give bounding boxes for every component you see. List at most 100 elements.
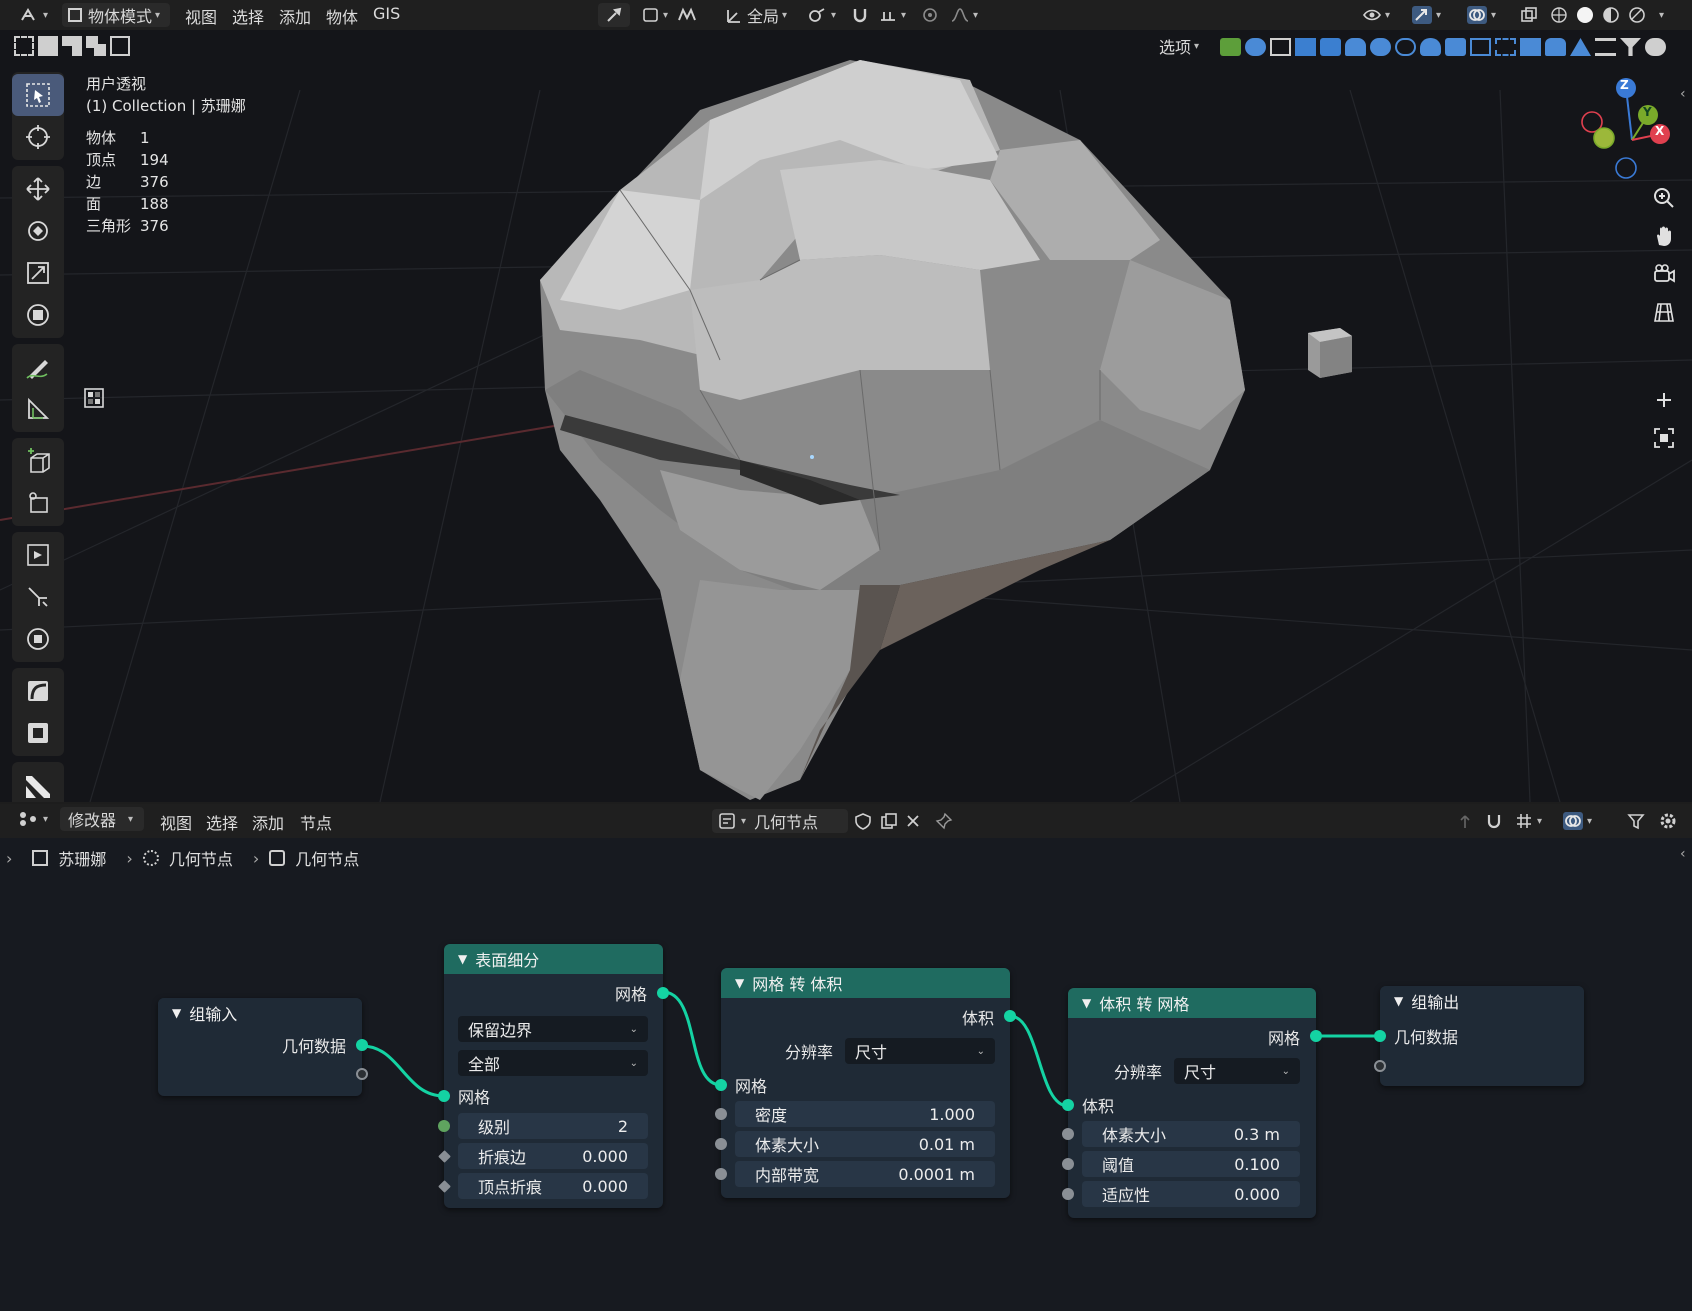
xray-toggle[interactable] xyxy=(1516,3,1542,27)
level-field[interactable]: 级别 2 xyxy=(458,1113,648,1139)
socket-mesh-out[interactable] xyxy=(1310,1030,1322,1042)
3d-viewport[interactable]: Z Y X 选项 ▾ 用户透视 (1) Collection | 苏珊娜 物体 … xyxy=(0,30,1692,802)
visibility-button[interactable]: ▾ xyxy=(1358,3,1394,27)
socket-interior-band-in[interactable] xyxy=(715,1168,727,1180)
socket-voxel-size-in[interactable] xyxy=(1062,1128,1074,1140)
rotate-tool[interactable] xyxy=(12,210,64,252)
node-tree-selector[interactable]: ▾ 几何节点 xyxy=(712,809,848,833)
menu-view[interactable]: 视图 xyxy=(181,4,221,27)
filter-force-icon[interactable] xyxy=(1495,38,1516,56)
socket-geometry-out[interactable] xyxy=(356,1039,368,1051)
sidebar-toggle-arrow[interactable]: ‹ xyxy=(1680,86,1686,102)
node-settings-button[interactable] xyxy=(1656,809,1680,833)
push-pull-tool[interactable] xyxy=(12,576,64,618)
editor-type-button[interactable]: ▾ xyxy=(14,3,52,27)
node-menu-select[interactable]: 选择 xyxy=(202,810,242,833)
node-header[interactable]: ▼ 组输入 xyxy=(158,998,362,1028)
node-canvas[interactable]: › 苏珊娜 › 几何节点 › 几何节点 ‹ ▼ 组输入 几何数据 ▼ 表面细分 网格… xyxy=(0,838,1692,1311)
checker-toggle[interactable] xyxy=(84,388,104,412)
socket-volume-out[interactable] xyxy=(1004,1010,1016,1022)
curve-tool[interactable] xyxy=(12,670,64,712)
interior-band-field[interactable]: 内部带宽 0.0001 m xyxy=(735,1161,995,1187)
scale-tool[interactable] xyxy=(12,252,64,294)
measure-tool[interactable] xyxy=(12,388,64,430)
threshold-field[interactable]: 阈值 0.100 xyxy=(1082,1151,1300,1177)
add-view-button[interactable] xyxy=(1648,384,1680,416)
select-invert-icon[interactable] xyxy=(86,36,106,56)
node-menu-add[interactable]: 添加 xyxy=(248,810,288,833)
falloff-button[interactable]: ▾ xyxy=(946,3,982,27)
socket-adaptivity-in[interactable] xyxy=(1062,1188,1074,1200)
move-tool[interactable] xyxy=(12,168,64,210)
unlink-tree-button[interactable] xyxy=(902,809,924,833)
filter-speaker-icon[interactable] xyxy=(1470,38,1491,56)
pan-button[interactable] xyxy=(1648,220,1680,252)
voxel-size-field[interactable]: 体素大小 0.01 m xyxy=(735,1131,995,1157)
fake-user-toggle[interactable] xyxy=(852,809,874,833)
node-overlay-toggle[interactable]: ▾ xyxy=(1554,809,1600,833)
shading-material[interactable] xyxy=(1598,3,1624,27)
filter-armature-icon[interactable] xyxy=(1345,38,1366,56)
shrink-tool[interactable] xyxy=(12,618,64,660)
voxel-size-field[interactable]: 体素大小 0.3 m xyxy=(1082,1121,1300,1147)
edge-crease-field[interactable]: 折痕边 0.000 xyxy=(458,1143,648,1169)
plugin-tool[interactable] xyxy=(12,764,64,802)
pin-toggle[interactable] xyxy=(932,809,956,833)
settings-gear-icon[interactable] xyxy=(1645,38,1666,56)
frame-selected-button[interactable] xyxy=(1648,422,1680,454)
select-subtract-icon[interactable] xyxy=(62,36,82,56)
node-menu-view[interactable]: 视图 xyxy=(156,810,196,833)
filter-curve-icon[interactable] xyxy=(1245,38,1266,56)
filter-meta-icon[interactable] xyxy=(1295,38,1316,56)
socket-threshold-in[interactable] xyxy=(1062,1158,1074,1170)
filter-surface-icon[interactable] xyxy=(1270,38,1291,56)
filter-camera-icon[interactable] xyxy=(1445,38,1466,56)
vertex-crease-field[interactable]: 顶点折痕 0.000 xyxy=(458,1173,648,1199)
menu-object[interactable]: 物体 xyxy=(322,4,362,27)
filter-road-icon[interactable] xyxy=(1570,38,1591,56)
menu-gis[interactable]: GIS xyxy=(369,4,404,26)
node-mesh-to-volume[interactable]: ▼ 网格 转 体积 体积 分辨率 尺寸 ⌄ 网格 密度 1.000 体素大小 0.01 … xyxy=(715,968,1016,1198)
resolution-dropdown[interactable]: 尺寸 ⌄ xyxy=(845,1038,995,1064)
mode-select[interactable]: 物体模式 ▾ xyxy=(62,3,170,27)
filter-funnel-icon[interactable] xyxy=(1620,38,1641,56)
cursor-tool[interactable] xyxy=(12,116,64,158)
shading-wireframe[interactable] xyxy=(1546,3,1572,27)
select-box-tool[interactable] xyxy=(12,74,64,116)
zoom-button[interactable] xyxy=(1648,182,1680,214)
gizmo-toggle[interactable]: ▾ xyxy=(1402,3,1450,27)
shear-tool[interactable] xyxy=(12,482,64,524)
add-cube-tool[interactable] xyxy=(12,440,64,482)
socket-empty-out[interactable] xyxy=(356,1068,368,1080)
node-editor-type-button[interactable]: ▾ xyxy=(12,807,54,831)
socket-voxel-size-in[interactable] xyxy=(715,1138,727,1150)
adaptivity-field[interactable]: 适应性 0.000 xyxy=(1082,1181,1300,1207)
shading-options[interactable]: ▾ xyxy=(1650,3,1670,27)
snap-target-button[interactable]: ▾ xyxy=(874,3,910,27)
select-new-icon[interactable] xyxy=(14,36,34,56)
filter-mesh-icon[interactable] xyxy=(1220,38,1241,56)
node-snap-toggle[interactable] xyxy=(1482,809,1506,833)
menu-select[interactable]: 选择 xyxy=(228,4,268,27)
socket-mesh-out[interactable] xyxy=(657,987,669,999)
socket-level-in[interactable] xyxy=(438,1120,450,1132)
filter-car-icon[interactable] xyxy=(1545,38,1566,56)
shading-solid[interactable] xyxy=(1572,3,1598,27)
filter-lattice-icon[interactable] xyxy=(1370,38,1391,56)
filter-list-icon[interactable] xyxy=(1595,38,1616,56)
pivot-button[interactable]: ▾ xyxy=(802,3,842,27)
overlay-toggle[interactable]: ▾ xyxy=(1458,3,1504,27)
socket-density-in[interactable] xyxy=(715,1108,727,1120)
node-header[interactable]: ▼ 表面细分 xyxy=(444,944,663,974)
socket-mesh-in[interactable] xyxy=(715,1079,727,1091)
socket-volume-in[interactable] xyxy=(1062,1099,1074,1111)
filter-building-icon[interactable] xyxy=(1520,38,1541,56)
parent-tree-button[interactable] xyxy=(1454,809,1476,833)
proportional-edit-toggle[interactable] xyxy=(918,3,942,27)
select-extend-icon[interactable] xyxy=(38,36,58,56)
node-group-output[interactable]: ▼ 组输出 几何数据 xyxy=(1374,986,1584,1086)
menu-add[interactable]: 添加 xyxy=(275,4,315,27)
uv-smooth-dropdown[interactable]: 保留边界 ⌄ xyxy=(458,1016,648,1042)
transform-tool[interactable] xyxy=(12,294,64,336)
options-select[interactable]: 选项 ▾ xyxy=(1148,34,1210,58)
